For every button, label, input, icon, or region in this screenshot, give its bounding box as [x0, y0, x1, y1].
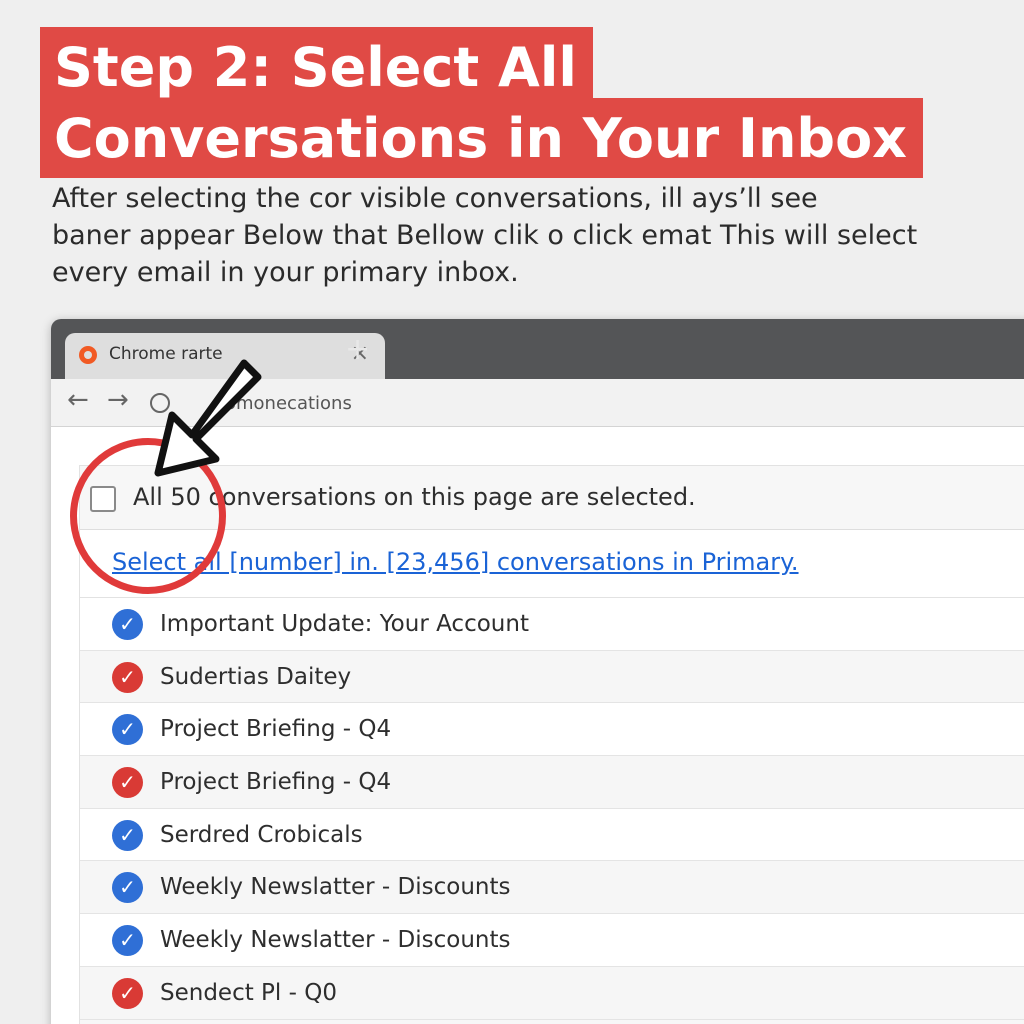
intro-line-3: every email in your primary inbox.: [52, 257, 519, 288]
back-arrow-icon[interactable]: ←: [67, 387, 89, 413]
new-tab-icon[interactable]: +: [345, 335, 370, 365]
checkmark-icon[interactable]: ✓: [112, 819, 143, 851]
conversation-row[interactable]: ✓ Weekly Newslatter - Discounts: [80, 861, 1024, 915]
favicon-icon: [79, 346, 97, 364]
conversation-row[interactable]: ✓ Sendect Pl - Q0: [80, 966, 1024, 1020]
intro-paragraph: After selecting the cor visible conversa…: [52, 180, 1012, 291]
forward-arrow-icon[interactable]: →: [107, 387, 129, 413]
conversation-row[interactable]: ✓ Weekly Newslatter - Discounts: [80, 914, 1024, 967]
conversation-subject: Weekly Newslatter - Discounts: [160, 927, 511, 954]
conversation-subject: Serdred Crobicals: [160, 821, 363, 848]
checkmark-icon[interactable]: ✓: [112, 609, 143, 640]
checkmark-icon[interactable]: ✓: [112, 925, 143, 957]
checkmark-icon[interactable]: ✓: [112, 977, 143, 1009]
heading-line-2: Conversations in Your Inbox: [40, 98, 924, 178]
conversation-subject: Sudertias Daitey: [160, 663, 352, 690]
pointer-arrow-icon: [154, 359, 262, 477]
conversation-row[interactable]: ✓ Project Briefing - Q4: [80, 703, 1024, 757]
intro-line-2: baner appear Below that Bellow clik o cl…: [52, 220, 918, 251]
mail-content: All 50 conversations on this page are se…: [79, 465, 1024, 1024]
conversation-row[interactable]: ✓ Important Update: Your Account: [80, 598, 1024, 651]
conversation-list: ✓ Important Update: Your Account ✓ Sudertia…: [80, 598, 1024, 1020]
checkmark-icon[interactable]: ✓: [112, 872, 143, 904]
conversation-subject: Project Briefing - Q4: [160, 716, 392, 743]
checkmark-icon[interactable]: ✓: [112, 767, 143, 799]
conversation-subject: Project Briefing - Q4: [160, 769, 392, 796]
checkmark-icon[interactable]: ✓: [112, 661, 143, 693]
address-bar[interactable]: omonecations: [181, 389, 1024, 419]
conversation-row[interactable]: ✓ Sudertias Daitey: [80, 650, 1024, 704]
heading-line-1: Step 2: Select All: [40, 27, 593, 107]
conversation-row[interactable]: ✓ Serdred Crobicals: [80, 808, 1024, 862]
conversation-subject: Sendect Pl - Q0: [160, 979, 337, 1006]
checkmark-icon[interactable]: ✓: [112, 714, 143, 746]
conversation-subject: Weekly Newslatter - Discounts: [160, 874, 511, 901]
intro-line-1: After selecting the cor visible conversa…: [52, 183, 818, 214]
conversation-subject: Important Update: Your Account: [160, 611, 529, 637]
conversation-row[interactable]: ✓ Project Briefing - Q4: [80, 756, 1024, 809]
